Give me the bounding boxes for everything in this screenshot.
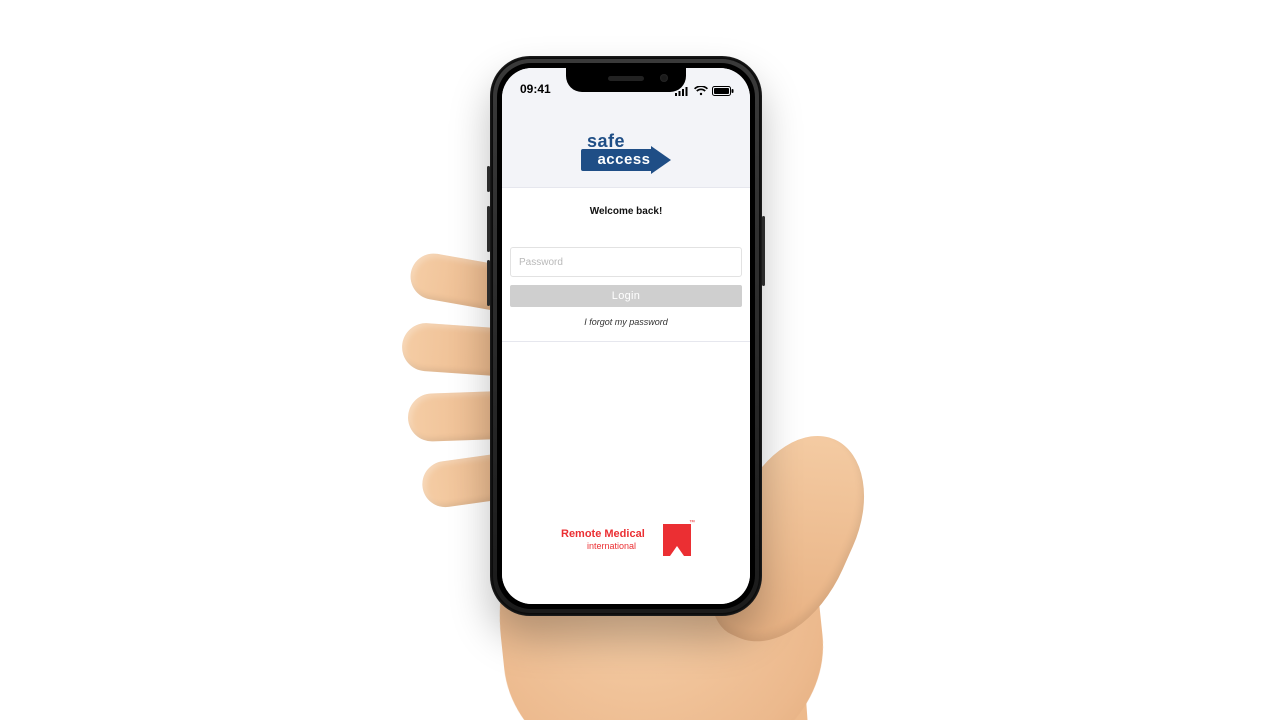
app-root: safe access Welcome back! Login I forgot… — [502, 68, 750, 604]
forgot-password-link[interactable]: I forgot my password — [510, 317, 742, 327]
phone-screen: 09:41 safe — [502, 68, 750, 604]
safeaccess-logo: safe access — [581, 131, 671, 173]
rmi-line2: international — [587, 541, 636, 551]
welcome-heading: Welcome back! — [510, 206, 742, 217]
rmi-line1: Remote Medical — [561, 528, 645, 540]
rmi-mark-icon — [663, 524, 691, 556]
mute-switch — [487, 166, 490, 192]
remote-medical-logo: Remote Medical international ™ — [561, 524, 691, 558]
logo-text-access: access — [588, 149, 660, 171]
status-time: 09:41 — [520, 82, 551, 96]
login-card: Welcome back! Login I forgot my password — [502, 188, 750, 342]
wifi-icon — [694, 86, 708, 96]
password-input[interactable] — [510, 247, 742, 277]
content-spacer — [502, 342, 750, 524]
notch — [566, 68, 686, 92]
stage: 09:41 safe — [0, 0, 1280, 720]
app-footer: Remote Medical international ™ — [502, 524, 750, 604]
power-button — [762, 216, 765, 286]
phone-frame: 09:41 safe — [490, 56, 762, 616]
volume-up-button — [487, 206, 490, 252]
trademark-symbol: ™ — [689, 520, 695, 526]
volume-down-button — [487, 260, 490, 306]
login-button[interactable]: Login — [510, 285, 742, 307]
battery-icon — [712, 86, 734, 96]
